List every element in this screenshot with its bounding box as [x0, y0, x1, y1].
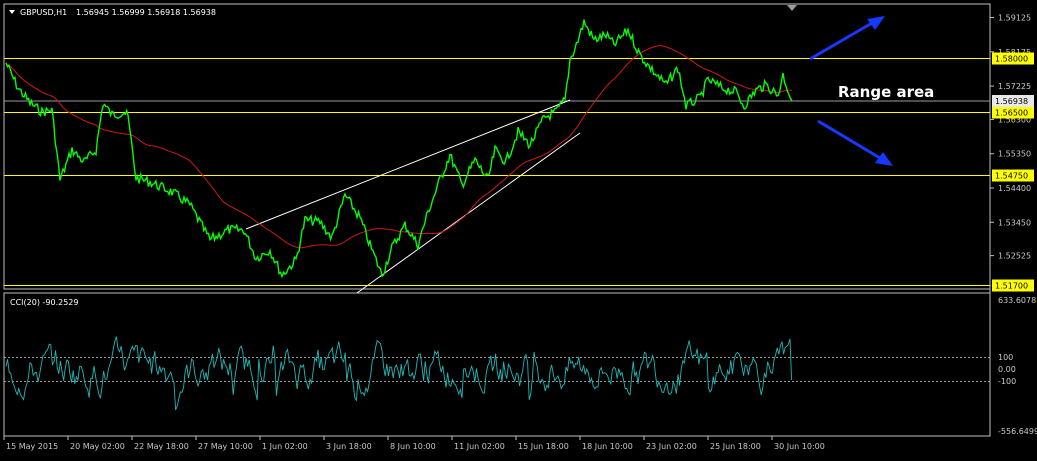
- price-tick-label: 1.52525: [998, 252, 1031, 261]
- cci-tick-label: -556.6499: [998, 427, 1037, 436]
- level-label: 1.54750: [995, 172, 1028, 181]
- current-price-label: 1.56938: [992, 95, 1034, 107]
- time-tick-label: 15 Jun 18:00: [518, 442, 569, 451]
- time-tick-label: 3 Jun 18:00: [326, 442, 372, 451]
- time-tick-label: 27 May 10:00: [198, 442, 253, 451]
- time-tick-label: 11 Jun 02:00: [454, 442, 505, 451]
- symbol-label: GBPUSD,H1: [20, 8, 67, 17]
- price-tick-label: 1.59125: [998, 14, 1031, 23]
- chart-window[interactable]: GBPUSD,H1 1.56945 1.56999 1.56918 1.5693…: [0, 0, 1037, 457]
- time-tick-label: 18 Jun 10:00: [582, 442, 633, 451]
- time-axis: 15 May 2015 20 May 02:00 22 May 18:00 27 Ma…: [3, 436, 825, 451]
- time-tick-label: 15 May 2015: [6, 442, 58, 451]
- price-tick-label: 1.57225: [998, 82, 1031, 91]
- indicator-label: CCI(20) -90.2529: [10, 298, 78, 307]
- price-tick-label: 1.53450: [998, 218, 1031, 227]
- price-axis: 1.591251.581751.572251.563001.553501.544…: [990, 14, 1031, 261]
- level-label: 1.58000: [995, 55, 1028, 64]
- level-label: 1.56500: [995, 109, 1028, 118]
- price-panel-frame: [3, 3, 991, 290]
- time-tick-label: 20 May 02:00: [70, 442, 125, 451]
- indicator-axis: 633.6078 100 0.00 -100 -556.6499: [998, 296, 1037, 436]
- time-tick-label: 1 Jun 02:00: [262, 442, 308, 451]
- cci-tick-label: 633.6078: [998, 296, 1036, 305]
- cci-tick-label: 100: [998, 353, 1013, 362]
- time-tick-label: 22 May 18:00: [134, 442, 189, 451]
- ohlc-values: 1.56945 1.56999 1.56918 1.56938: [76, 8, 216, 17]
- level-label: 1.51700: [995, 282, 1028, 291]
- price-tick-label: 1.55350: [998, 150, 1031, 159]
- range-area-annotation: Range area: [838, 83, 934, 101]
- time-tick-label: 8 Jun 10:00: [390, 442, 436, 451]
- time-tick-label: 30 Jun 10:00: [774, 442, 825, 451]
- cci-tick-label: -100: [998, 377, 1016, 386]
- cci-tick-label: 0.00: [998, 365, 1016, 374]
- time-tick-label: 23 Jun 02:00: [646, 442, 697, 451]
- price-tick-label: 1.54400: [998, 184, 1031, 193]
- current-price-text: 1.56938: [995, 97, 1028, 106]
- time-tick-label: 25 Jun 18:00: [710, 442, 761, 451]
